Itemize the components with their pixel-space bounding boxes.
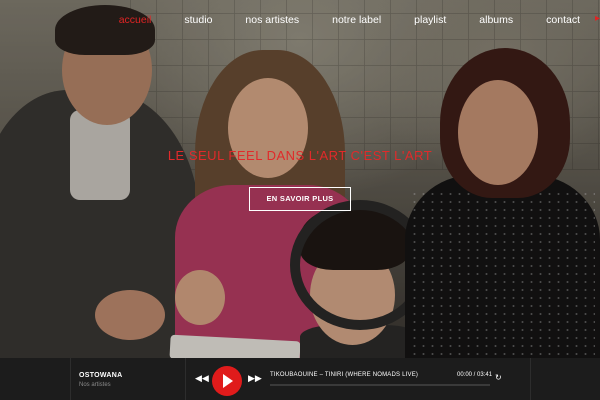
learn-more-button[interactable]: EN SAVOIR PLUS — [249, 187, 351, 211]
nav-item-studio[interactable]: studio — [184, 12, 212, 28]
chevron-right-icon[interactable]: ▸ — [595, 13, 600, 24]
player-divider — [530, 358, 531, 400]
play-button[interactable] — [212, 366, 242, 396]
fast-forward-icon[interactable]: ▶▶ — [248, 372, 262, 384]
track-title: TIKOUBAOUINE – TINIRI (WHERE NOMADS LIVE… — [270, 372, 419, 378]
nav-item-albums[interactable]: albums — [479, 12, 513, 28]
nav-item-playlist[interactable]: playlist — [414, 12, 446, 28]
player-subtitle: Nos artistes — [79, 382, 111, 388]
track-time: 00:00 / 03:41 — [457, 372, 493, 378]
main-nav: accueil studio nos artistes notre label … — [119, 12, 600, 28]
rewind-icon[interactable]: ◀◀ — [195, 372, 209, 384]
player-info: OSTOWANA Nos artistes — [70, 358, 186, 400]
progress-bar[interactable] — [270, 384, 490, 386]
hero-image — [0, 0, 600, 358]
nav-item-notre-label[interactable]: notre label — [332, 12, 381, 28]
nav-item-accueil[interactable]: accueil — [119, 12, 152, 28]
nav-item-contact[interactable]: contact — [546, 12, 580, 28]
nav-item-nos-artistes[interactable]: nos artistes — [245, 12, 299, 28]
play-icon — [223, 374, 233, 388]
player-title: OSTOWANA — [79, 372, 123, 379]
hero-tagline: LE SEUL FEEL DANS L'ART C'EST L'ART — [167, 148, 433, 163]
audio-player: OSTOWANA Nos artistes ◀◀ ▶▶ TIKOUBAOUINE… — [0, 358, 600, 400]
repeat-icon[interactable]: ↻ — [495, 373, 502, 383]
hero-overlay — [0, 0, 600, 358]
